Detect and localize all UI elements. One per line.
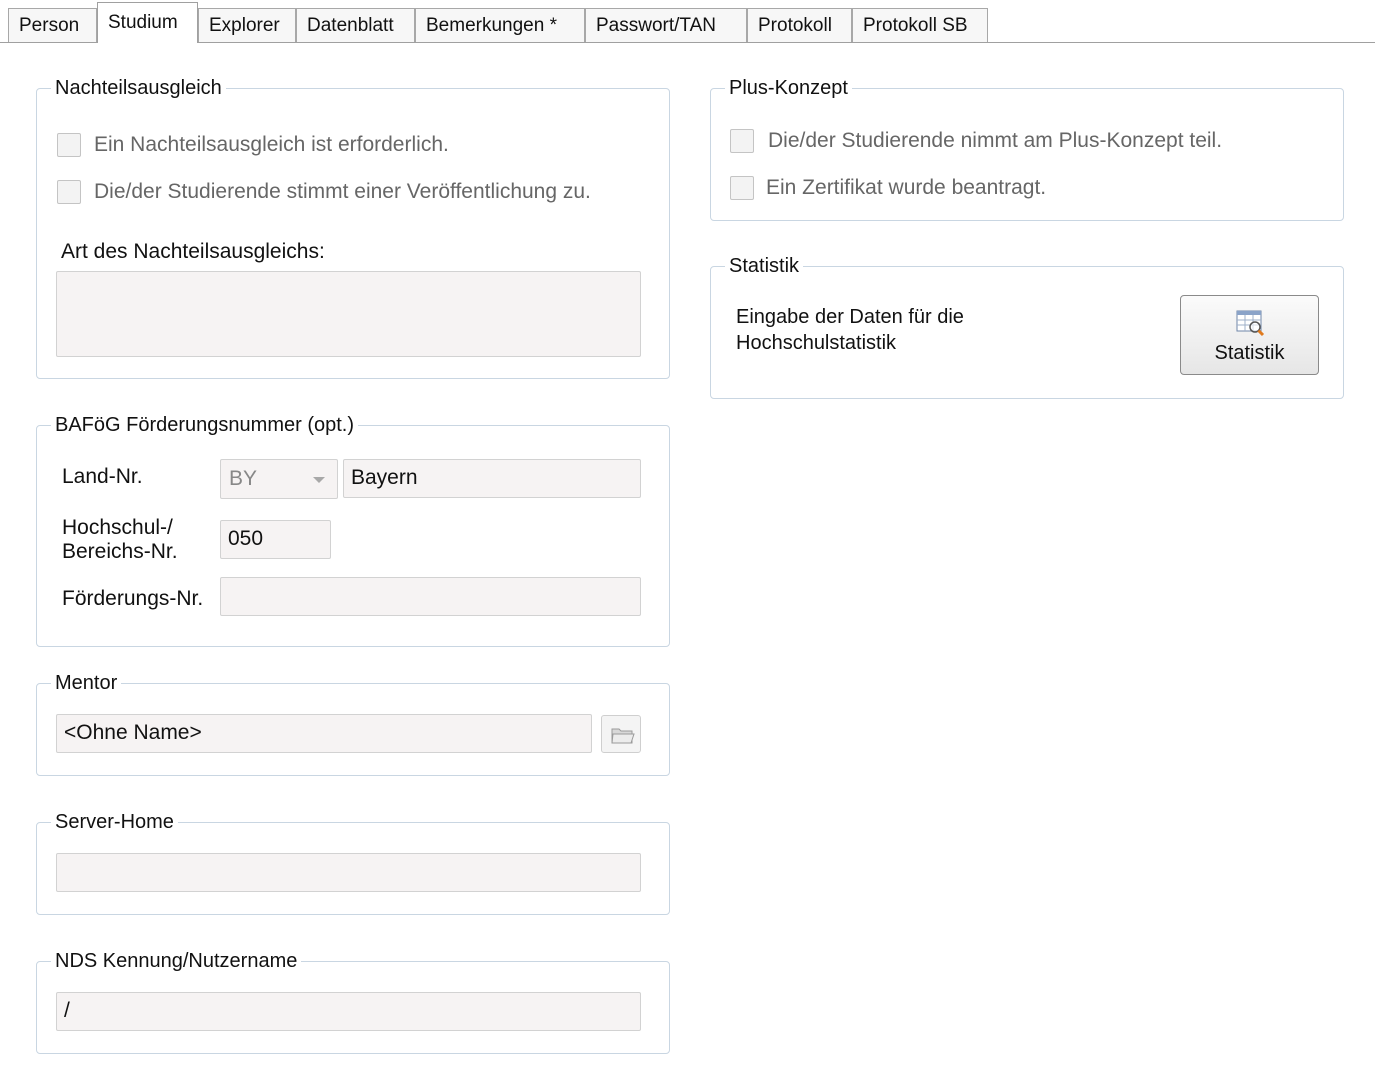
nachteilsausgleich-erforderlich-checkbox[interactable] xyxy=(57,133,81,157)
mentor-field[interactable]: <Ohne Name> xyxy=(56,714,592,753)
tab-explorer[interactable]: Explorer xyxy=(198,8,296,42)
nds-kennung-title: NDS Kennung/Nutzername xyxy=(51,947,302,975)
bafoeg-group: BAFöG Förderungsnummer (opt.) Land-Nr. B… xyxy=(36,411,670,647)
hochschul-nr-label-line1: Hochschul-/ xyxy=(62,516,173,539)
statistik-title: Statistik xyxy=(725,252,804,280)
plus-konzept-title: Plus-Konzept xyxy=(725,74,852,102)
art-nachteilsausgleich-textarea[interactable] xyxy=(56,271,641,357)
hochschul-nr-label-line2: Bereichs-Nr. xyxy=(62,540,178,563)
foerderungs-nr-field[interactable] xyxy=(220,577,641,616)
zertifikat-checkbox[interactable] xyxy=(730,176,754,200)
hochschul-nr-field[interactable]: 050 xyxy=(220,520,331,559)
nds-kennung-field[interactable]: / xyxy=(56,992,641,1031)
nachteilsausgleich-erforderlich-label: Ein Nachteilsausgleich ist erforderlich. xyxy=(94,133,449,156)
nachteilsausgleich-title: Nachteilsausgleich xyxy=(51,74,226,102)
server-home-field[interactable] xyxy=(56,853,641,892)
nds-kennung-group: NDS Kennung/Nutzername / xyxy=(36,947,670,1054)
folder-icon xyxy=(611,728,635,744)
veroeffentlichung-label: Die/der Studierende stimmt einer Veröffe… xyxy=(94,180,591,203)
statistik-button-label: Statistik xyxy=(1214,342,1285,364)
statistik-group: Statistik Eingabe der Daten für die Hoch… xyxy=(710,252,1344,399)
zertifikat-label: Ein Zertifikat wurde beantragt. xyxy=(766,176,1047,199)
foerderungs-nr-label: Förderungs-Nr. xyxy=(62,587,204,610)
land-code-select[interactable]: BY xyxy=(220,459,338,499)
plus-konzept-teilnahme-checkbox[interactable] xyxy=(730,129,754,153)
tab-bemerkungen[interactable]: Bemerkungen * xyxy=(415,8,585,42)
table-search-icon xyxy=(1236,310,1265,337)
tab-datenblatt[interactable]: Datenblatt xyxy=(296,8,415,42)
server-home-title: Server-Home xyxy=(51,808,178,836)
land-code-value: BY xyxy=(229,467,258,490)
tab-bar: Person Studium Explorer Datenblatt Bemer… xyxy=(0,0,1375,44)
plus-konzept-group: Plus-Konzept Die/der Studierende nimmt a… xyxy=(710,74,1344,221)
tab-passwort-tan[interactable]: Passwort/TAN xyxy=(585,8,747,42)
land-name-field[interactable]: Bayern xyxy=(343,459,641,498)
mentor-title: Mentor xyxy=(51,669,122,697)
plus-konzept-teilnahme-label: Die/der Studierende nimmt am Plus-Konzep… xyxy=(768,129,1223,152)
mentor-group: Mentor <Ohne Name> xyxy=(36,669,670,776)
tab-protokoll-sb[interactable]: Protokoll SB xyxy=(852,8,988,42)
tab-protokoll[interactable]: Protokoll xyxy=(747,8,852,42)
veroeffentlichung-checkbox[interactable] xyxy=(57,180,81,204)
nachteilsausgleich-group: Nachteilsausgleich Ein Nachteilsausgleic… xyxy=(36,74,670,379)
tab-studium[interactable]: Studium xyxy=(97,2,198,43)
bafoeg-title: BAFöG Förderungsnummer (opt.) xyxy=(51,411,358,439)
chevron-down-icon xyxy=(313,477,325,483)
statistik-description-line1: Eingabe der Daten für die xyxy=(736,306,964,328)
server-home-group: Server-Home xyxy=(36,808,670,915)
mentor-browse-button[interactable] xyxy=(601,715,641,753)
tab-person[interactable]: Person xyxy=(8,8,97,42)
statistik-description-line2: Hochschulstatistik xyxy=(736,332,897,354)
land-nr-label: Land-Nr. xyxy=(62,465,143,488)
art-nachteilsausgleich-label: Art des Nachteilsausgleichs: xyxy=(61,240,325,263)
statistik-button[interactable]: Statistik xyxy=(1180,295,1319,375)
